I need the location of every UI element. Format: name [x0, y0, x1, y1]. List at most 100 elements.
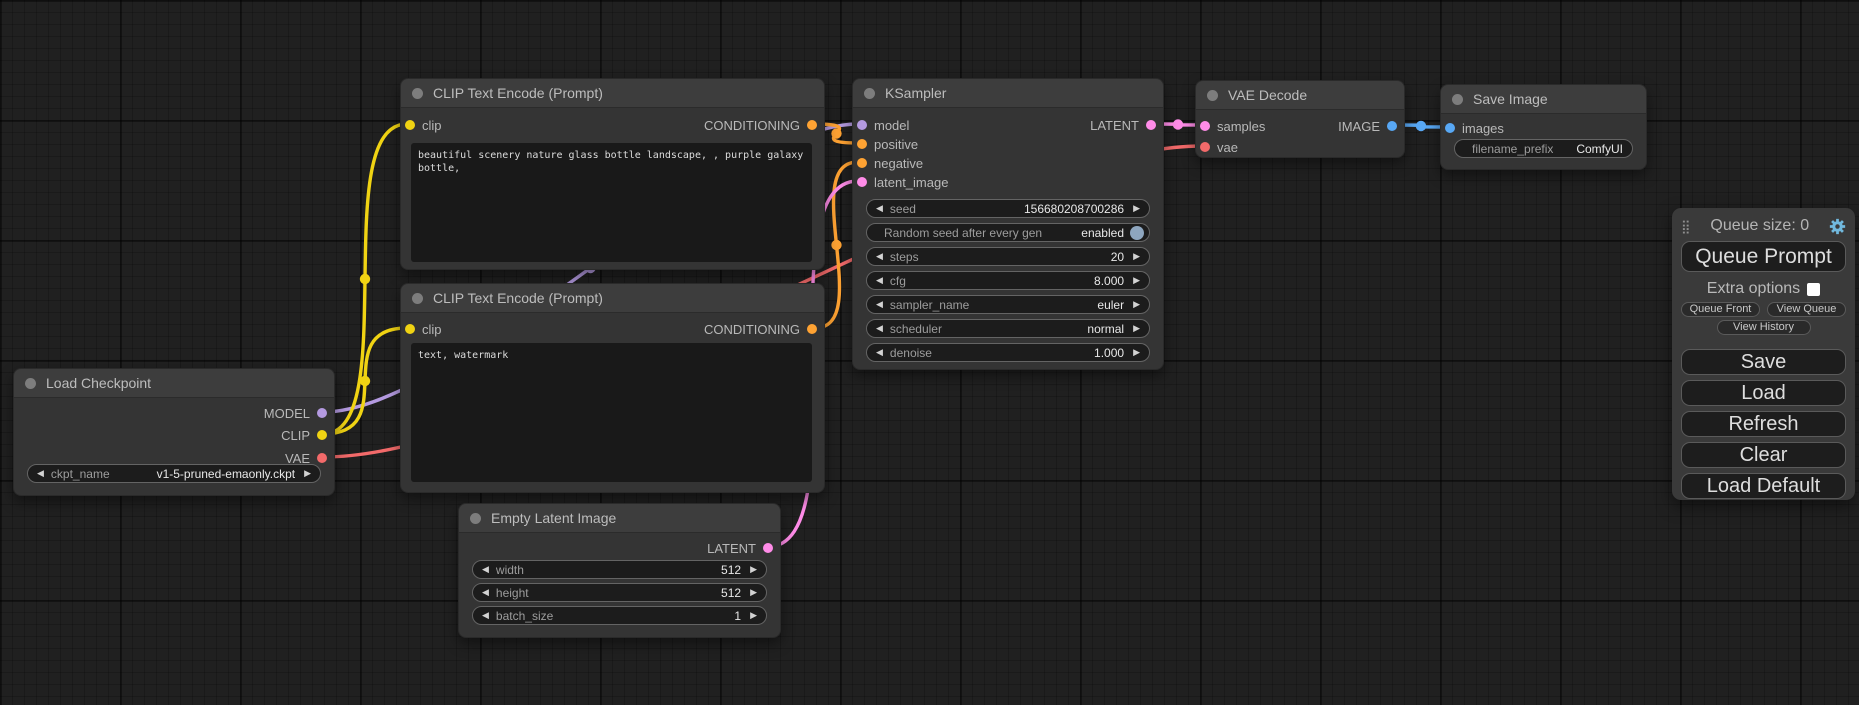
output-slot-conditioning: CONDITIONING: [401, 320, 824, 338]
increment-arrow-icon[interactable]: ▶: [1133, 204, 1140, 213]
collapse-dot-icon[interactable]: [1207, 90, 1218, 101]
decrement-arrow-icon[interactable]: ◀: [482, 588, 489, 597]
widget-value: ComfyUI: [1576, 142, 1623, 156]
decrement-arrow-icon[interactable]: ◀: [37, 469, 44, 478]
link-midpoint-dot: [831, 128, 841, 138]
input-port-images[interactable]: [1445, 123, 1455, 133]
output-slot-label: MODEL: [264, 406, 310, 421]
input-port-positive[interactable]: [857, 139, 867, 149]
node-title: Empty Latent Image: [491, 510, 616, 526]
widget-width[interactable]: ◀width512▶: [472, 560, 767, 579]
output-port-latent[interactable]: [1146, 120, 1156, 130]
widget-value: 8.000: [1094, 274, 1124, 288]
widget-ckpt_name[interactable]: ◀ckpt_namev1-5-pruned-emaonly.ckpt▶: [27, 464, 321, 483]
link-midpoint-dot: [360, 274, 370, 284]
clip-text-encode-negative-node[interactable]: CLIP Text Encode (Prompt)clipCONDITIONIN…: [400, 283, 825, 493]
decrement-arrow-icon[interactable]: ◀: [482, 611, 489, 620]
input-port-latent_image[interactable]: [857, 177, 867, 187]
increment-arrow-icon[interactable]: ▶: [750, 565, 757, 574]
load-button[interactable]: Load: [1681, 380, 1846, 406]
load-checkpoint-node[interactable]: Load CheckpointMODELCLIPVAE◀ckpt_namev1-…: [13, 368, 335, 496]
save-button[interactable]: Save: [1681, 349, 1846, 375]
input-slot-label: images: [1462, 121, 1504, 136]
widget-height[interactable]: ◀height512▶: [472, 583, 767, 602]
increment-arrow-icon[interactable]: ▶: [1133, 276, 1140, 285]
widget-scheduler[interactable]: ◀schedulernormal▶: [866, 319, 1150, 338]
decrement-arrow-icon[interactable]: ◀: [482, 565, 489, 574]
settings-gear-icon[interactable]: [1829, 218, 1846, 235]
clear-button[interactable]: Clear: [1681, 442, 1846, 468]
decrement-arrow-icon[interactable]: ◀: [876, 324, 883, 333]
ksampler-node[interactable]: KSamplermodelpositivenegativelatent_imag…: [852, 78, 1164, 370]
drag-handle-icon[interactable]: ⣿: [1681, 220, 1691, 233]
collapse-dot-icon[interactable]: [864, 88, 875, 99]
widget-steps[interactable]: ◀steps20▶: [866, 247, 1150, 266]
increment-arrow-icon[interactable]: ▶: [304, 469, 311, 478]
increment-arrow-icon[interactable]: ▶: [750, 588, 757, 597]
widget-filename_prefix[interactable]: filename_prefixComfyUI: [1454, 139, 1633, 158]
output-port-vae[interactable]: [317, 453, 327, 463]
output-slot-label: LATENT: [707, 541, 756, 556]
toggle-dot-icon[interactable]: [1130, 226, 1144, 240]
queue-prompt-button[interactable]: Queue Prompt: [1681, 241, 1846, 272]
output-port-conditioning[interactable]: [807, 120, 817, 130]
increment-arrow-icon[interactable]: ▶: [1133, 300, 1140, 309]
node-title: Save Image: [1473, 91, 1548, 107]
output-slot-label: IMAGE: [1338, 119, 1380, 134]
load-default-button[interactable]: Load Default: [1681, 473, 1846, 499]
collapse-dot-icon[interactable]: [412, 293, 423, 304]
queue-panel[interactable]: ⣿ Queue size: 0 Queue Prompt Extra optio…: [1672, 208, 1855, 500]
decrement-arrow-icon[interactable]: ◀: [876, 276, 883, 285]
increment-arrow-icon[interactable]: ▶: [1133, 324, 1140, 333]
link-midpoint-dot: [1416, 121, 1426, 131]
decrement-arrow-icon[interactable]: ◀: [876, 348, 883, 357]
output-port-image[interactable]: [1387, 121, 1397, 131]
increment-arrow-icon[interactable]: ▶: [750, 611, 757, 620]
input-slot-latent_image: latent_image: [853, 173, 1163, 191]
view-history-button[interactable]: View History: [1717, 320, 1811, 335]
widget-label: ckpt_name: [51, 467, 110, 481]
input-port-vae[interactable]: [1200, 142, 1210, 152]
input-slot-label: vae: [1217, 140, 1238, 155]
output-port-model[interactable]: [317, 408, 327, 418]
empty-latent-image-node[interactable]: Empty Latent ImageLATENT◀width512▶◀heigh…: [458, 503, 781, 638]
node-canvas[interactable]: Load CheckpointMODELCLIPVAE◀ckpt_namev1-…: [0, 0, 1859, 705]
increment-arrow-icon[interactable]: ▶: [1133, 348, 1140, 357]
save-image-node[interactable]: Save Image images filename_prefixComfyUI: [1440, 84, 1647, 170]
decrement-arrow-icon[interactable]: ◀: [876, 252, 883, 261]
queue-front-button[interactable]: Queue Front: [1681, 302, 1760, 317]
output-slot-model: MODEL: [14, 404, 334, 422]
widget-seed[interactable]: ◀seed156680208700286▶: [866, 199, 1150, 218]
node-title: KSampler: [885, 85, 946, 101]
refresh-button[interactable]: Refresh: [1681, 411, 1846, 437]
input-port-negative[interactable]: [857, 158, 867, 168]
view-queue-button[interactable]: View Queue: [1767, 302, 1846, 317]
collapse-dot-icon[interactable]: [25, 378, 36, 389]
vae-decode-node[interactable]: VAE DecodesamplesvaeIMAGE: [1195, 80, 1405, 158]
widget-denoise[interactable]: ◀denoise1.000▶: [866, 343, 1150, 362]
collapse-dot-icon[interactable]: [470, 513, 481, 524]
output-port-clip[interactable]: [317, 430, 327, 440]
output-port-conditioning[interactable]: [807, 324, 817, 334]
node-title: VAE Decode: [1228, 87, 1307, 103]
prompt-textarea[interactable]: beautiful scenery nature glass bottle la…: [411, 143, 812, 262]
input-slot-negative: negative: [853, 154, 1163, 172]
widget-batch_size[interactable]: ◀batch_size1▶: [472, 606, 767, 625]
widget-value: 512: [721, 586, 741, 600]
output-port-latent[interactable]: [763, 543, 773, 553]
widget-value: 1: [734, 609, 741, 623]
widget-label: sampler_name: [890, 298, 969, 312]
decrement-arrow-icon[interactable]: ◀: [876, 204, 883, 213]
widget-sampler_name[interactable]: ◀sampler_nameeuler▶: [866, 295, 1150, 314]
increment-arrow-icon[interactable]: ▶: [1133, 252, 1140, 261]
extra-options-checkbox[interactable]: [1807, 283, 1820, 296]
prompt-textarea[interactable]: text, watermark: [411, 343, 812, 482]
widget-random-seed-after-every-gen[interactable]: Random seed after every genenabled: [866, 223, 1150, 242]
widget-label: seed: [890, 202, 916, 216]
widget-cfg[interactable]: ◀cfg8.000▶: [866, 271, 1150, 290]
collapse-dot-icon[interactable]: [412, 88, 423, 99]
collapse-dot-icon[interactable]: [1452, 94, 1463, 105]
clip-text-encode-positive-node[interactable]: CLIP Text Encode (Prompt)clipCONDITIONIN…: [400, 78, 825, 270]
widget-label: width: [496, 563, 524, 577]
decrement-arrow-icon[interactable]: ◀: [876, 300, 883, 309]
